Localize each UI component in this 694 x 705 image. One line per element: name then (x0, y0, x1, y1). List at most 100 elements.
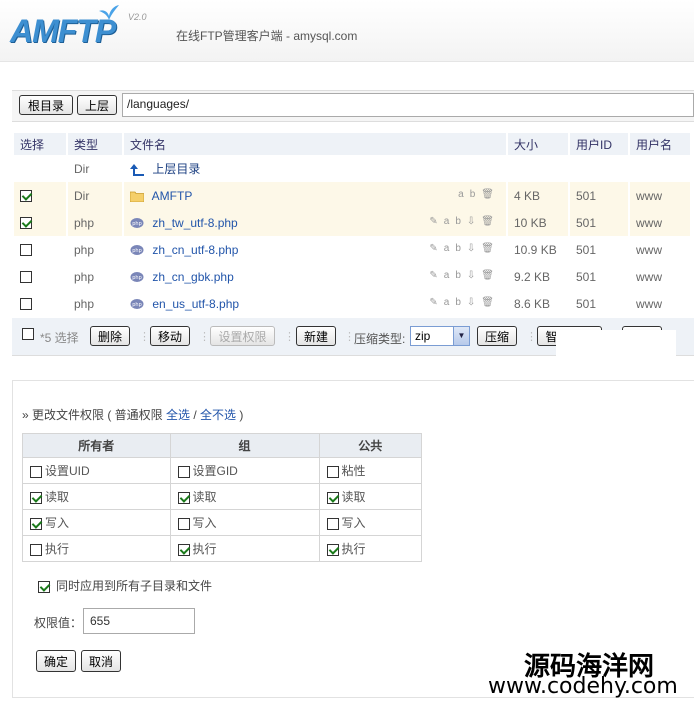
permission-cell[interactable]: 粘性 (318, 457, 422, 484)
permission-checkbox[interactable] (326, 465, 339, 478)
row-type: Dir (74, 161, 90, 176)
delete-icon[interactable]: 🗑 (481, 243, 500, 254)
row-actions: ab🗑 (458, 189, 500, 200)
permission-label: 写入 (45, 516, 70, 530)
move-button[interactable]: 移动 (150, 326, 190, 346)
permission-cell[interactable]: 执行 (22, 535, 171, 562)
file-uid: 501 (570, 209, 628, 236)
compress-button[interactable]: 压缩 (477, 326, 517, 346)
delete-icon[interactable]: 🗑 (481, 270, 500, 281)
permission-checkbox[interactable] (30, 465, 42, 478)
permission-cell[interactable]: 读取 (318, 483, 422, 510)
rename-icon[interactable]: ab (444, 270, 467, 281)
table-row[interactable]: php php en_us_utf-8.php ✎ab⇩🗑 8.6 KB 501… (14, 290, 690, 317)
set-permission-button[interactable]: 设置权限 (210, 326, 275, 346)
file-name-link[interactable]: zh_cn_gbk.php (152, 270, 233, 284)
table-row[interactable]: php php zh_cn_utf-8.php ✎ab⇩🗑 10.9 KB 50… (14, 236, 690, 263)
row-checkbox[interactable] (20, 271, 32, 284)
delete-icon[interactable]: 🗑 (481, 189, 500, 200)
separator: ⋮ (284, 331, 295, 343)
apply-all-option[interactable]: 同时应用到所有子目录和文件 (38, 577, 212, 594)
permission-cell[interactable]: 执行 (318, 535, 422, 562)
row-checkbox[interactable] (20, 244, 32, 257)
edit-icon[interactable]: ✎ (429, 297, 443, 308)
permission-cell[interactable]: 写入 (169, 509, 320, 536)
permission-row: 读取 读取 读取 (22, 483, 422, 510)
permission-cell[interactable]: 读取 (169, 483, 320, 510)
edit-icon[interactable]: ✎ (429, 243, 443, 254)
permission-checkbox[interactable] (177, 491, 190, 504)
permission-label: 执行 (192, 542, 217, 556)
permission-checkbox[interactable] (177, 543, 190, 556)
compress-type-label: 压缩类型: (354, 332, 406, 346)
file-user: www (630, 182, 690, 209)
permission-checkbox[interactable] (326, 543, 339, 556)
table-row[interactable]: Dir AMFTP ab🗑 4 KB 501 www (14, 182, 690, 209)
download-icon[interactable]: ⇩ (467, 297, 481, 308)
path-input[interactable]: /languages/ (122, 93, 694, 117)
new-button[interactable]: 新建 (296, 326, 336, 346)
permission-cell[interactable]: 设置UID (22, 457, 171, 484)
separator: ⋮ (139, 331, 150, 343)
permission-checkbox[interactable] (177, 465, 190, 478)
rename-icon[interactable]: ab (458, 189, 481, 200)
parent-dir-row[interactable]: Dir 上层目录 (14, 155, 690, 182)
file-name-link[interactable]: AMFTP (152, 189, 193, 203)
col-header-owner: 所有者 (22, 433, 171, 458)
filename-cell: php zh_cn_gbk.php ✎ab⇩🗑 (124, 263, 506, 290)
root-dir-button[interactable]: 根目录 (19, 95, 73, 115)
row-actions: ✎ab⇩🗑 (429, 297, 500, 308)
parent-dir-button[interactable]: 上层 (77, 95, 117, 115)
permission-cell[interactable]: 读取 (22, 483, 171, 510)
filename-cell: AMFTP ab🗑 (124, 182, 506, 209)
table-row[interactable]: php php zh_tw_utf-8.php ✎ab⇩🗑 10 KB 501 … (14, 209, 690, 236)
permission-cell[interactable]: 设置GID (169, 457, 320, 484)
select-all-link[interactable]: 全选 (166, 408, 190, 422)
permission-cell[interactable]: 写入 (22, 509, 171, 536)
folder-icon (130, 191, 144, 203)
ok-button[interactable]: 确定 (36, 650, 76, 672)
file-uid: 501 (576, 296, 597, 311)
download-icon[interactable]: ⇩ (467, 270, 481, 281)
select-none-link[interactable]: 全不选 (200, 408, 236, 422)
permission-checkbox[interactable] (30, 491, 42, 504)
delete-button[interactable]: 删除 (90, 326, 130, 346)
permission-checkbox[interactable] (326, 517, 339, 530)
svg-text:php: php (132, 302, 142, 308)
row-checkbox[interactable] (20, 298, 32, 311)
edit-icon[interactable]: ✎ (429, 270, 443, 281)
permission-cell[interactable]: 执行 (169, 535, 320, 562)
delete-icon[interactable]: 🗑 (481, 297, 500, 308)
download-icon[interactable]: ⇩ (467, 243, 481, 254)
edit-icon[interactable]: ✎ (429, 216, 443, 227)
delete-icon[interactable]: 🗑 (481, 216, 500, 227)
file-name-link[interactable]: en_us_utf-8.php (152, 297, 239, 311)
separator: ⋮ (526, 331, 537, 343)
apply-all-checkbox[interactable] (38, 580, 50, 593)
permission-cell[interactable]: 写入 (318, 509, 422, 536)
permission-rows: 设置UID 设置GID 粘性 读取 读取 读取 写入 写入 写入 执行 执行 执行 (22, 457, 422, 562)
checkbox-cell (14, 263, 66, 290)
rename-icon[interactable]: ab (444, 297, 467, 308)
select-all-checkbox[interactable] (22, 328, 34, 340)
permission-checkbox[interactable] (326, 491, 339, 504)
file-user: www (636, 242, 662, 257)
row-type: php (74, 296, 95, 311)
rename-icon[interactable]: ab (444, 243, 467, 254)
permission-title: » 更改文件权限 ( 普通权限 全选 / 全不选 ) (22, 406, 243, 423)
rename-icon[interactable]: ab (444, 216, 467, 227)
cancel-button[interactable]: 取消 (81, 650, 121, 672)
permission-value-input[interactable]: 655 (83, 608, 195, 634)
row-actions: ✎ab⇩🗑 (429, 270, 500, 281)
parent-dir-link[interactable]: 上层目录 (152, 162, 200, 176)
row-checkbox[interactable] (20, 190, 32, 203)
permission-checkbox[interactable] (177, 517, 190, 530)
permission-checkbox[interactable] (30, 543, 42, 556)
table-row[interactable]: php php zh_cn_gbk.php ✎ab⇩🗑 9.2 KB 501 w… (14, 263, 690, 290)
row-checkbox[interactable] (20, 217, 32, 230)
file-name-link[interactable]: zh_tw_utf-8.php (152, 216, 237, 230)
permission-checkbox[interactable] (30, 517, 42, 530)
file-name-link[interactable]: zh_cn_utf-8.php (152, 243, 238, 257)
download-icon[interactable]: ⇩ (467, 216, 481, 227)
compress-type-select[interactable]: zip ▼ (410, 326, 470, 346)
